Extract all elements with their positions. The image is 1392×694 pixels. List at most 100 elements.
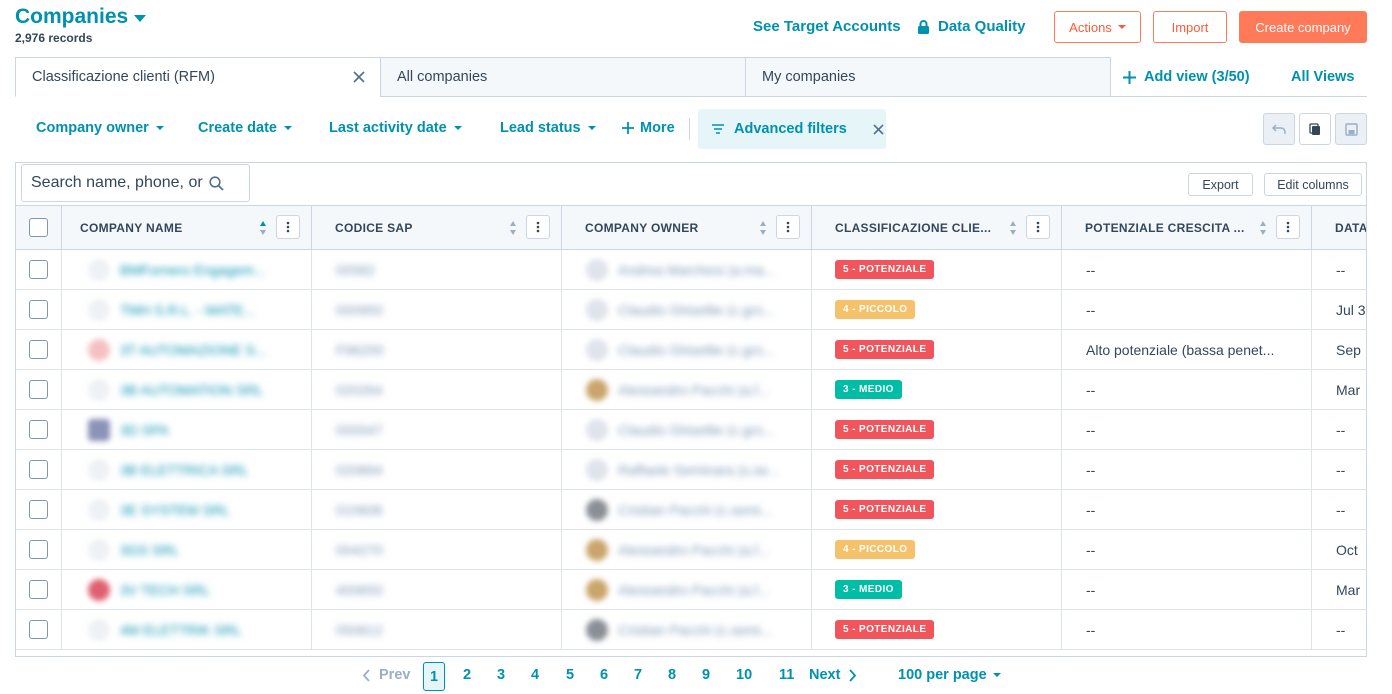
next-label: Next (809, 667, 841, 683)
company-name-link[interactable]: 3E SYSTEM SRL (120, 502, 230, 518)
sort-icon[interactable] (759, 220, 767, 236)
sort-icon[interactable] (259, 220, 267, 236)
data-quality-link[interactable]: Data Quality (917, 18, 1026, 35)
company-name-cell[interactable]: BMFornero Engagem... (62, 250, 312, 289)
table-row[interactable]: BMFornero Engagem... 00582 Andrea Marchesi… (16, 250, 1366, 290)
filter-company-owner[interactable]: Company owner (36, 120, 164, 136)
row-checkbox[interactable] (29, 500, 48, 519)
page-7-button[interactable]: 7 (634, 667, 642, 683)
undo-button[interactable] (1263, 113, 1295, 145)
table-row[interactable]: 3D SPA 000047 Claudio Ghisellie (c.gro... 5… (16, 410, 1366, 450)
sort-icon[interactable] (1259, 220, 1267, 236)
row-checkbox[interactable] (29, 420, 48, 439)
page-6-button[interactable]: 6 (600, 667, 608, 683)
table-row[interactable]: TMH S.R.L. - MATE... 000950 Claudio Ghisel… (16, 290, 1366, 330)
more-filters-button[interactable]: More (622, 120, 675, 136)
page-1-button[interactable]: 1 (423, 662, 445, 691)
company-name-cell[interactable]: 3B ELETTRICA SRL (62, 450, 312, 489)
page-2-button[interactable]: 2 (463, 667, 471, 683)
tab-label: My companies (762, 69, 856, 85)
company-name-link[interactable]: TMH S.R.L. - MATE... (120, 302, 255, 318)
close-icon[interactable] (353, 71, 365, 83)
create-company-button[interactable]: Create company (1239, 11, 1367, 43)
company-name-cell[interactable]: TMH S.R.L. - MATE... (62, 290, 312, 329)
prev-page-button[interactable]: Prev (362, 667, 410, 683)
column-menu-button[interactable] (1026, 215, 1050, 239)
all-views-link[interactable]: All Views (1291, 69, 1354, 85)
table-row[interactable]: 3B ELETTRICA SRL 020894 Raffaele Seminara … (16, 450, 1366, 490)
column-header-data[interactable]: DATA (1312, 206, 1366, 249)
filter-lead-status[interactable]: Lead status (500, 120, 596, 136)
table-row[interactable]: 3GS SRL 004270 Alessandro Pacchi (a.f... 4 … (16, 530, 1366, 570)
company-name-cell[interactable]: 3E SYSTEM SRL (62, 490, 312, 529)
tab-all-companies[interactable]: All companies (380, 57, 746, 97)
select-all-checkbox[interactable] (29, 218, 48, 237)
add-view-button[interactable]: Add view (3/50) (1123, 69, 1250, 85)
row-checkbox[interactable] (29, 620, 48, 639)
company-name-link[interactable]: BMFornero Engagem... (120, 262, 266, 278)
column-menu-button[interactable] (776, 215, 800, 239)
company-name-link[interactable]: 3D SPA (120, 422, 169, 438)
column-header-company-owner[interactable]: COMPANY OWNER (562, 206, 812, 249)
page-4-button[interactable]: 4 (531, 667, 539, 683)
company-name-link[interactable]: 4M ELETTRIK SRL (120, 622, 241, 638)
row-checkbox[interactable] (29, 460, 48, 479)
column-menu-button[interactable] (1276, 215, 1300, 239)
tab-my-companies[interactable]: My companies (745, 57, 1111, 97)
export-button[interactable]: Export (1188, 173, 1253, 196)
company-name-link[interactable]: 3V TECH SRL (120, 582, 210, 598)
table-row[interactable]: 4M ELETTRIK SRL 050612 Cristian Pacchi (c.… (16, 610, 1366, 650)
column-header-classificazione[interactable]: CLASSIFICAZIONE CLIE... (812, 206, 1062, 249)
sort-icon[interactable] (509, 220, 517, 236)
column-menu-button[interactable] (276, 215, 300, 239)
row-checkbox[interactable] (29, 540, 48, 559)
page-3-button[interactable]: 3 (497, 667, 505, 683)
search-input[interactable]: Search name, phone, or (21, 164, 250, 202)
company-name-cell[interactable]: 3GS SRL (62, 530, 312, 569)
company-name-cell[interactable]: 4M ELETTRIK SRL (62, 610, 312, 649)
table-row[interactable]: 3E SYSTEM SRL 010606 Cristian Pacchi (c.se… (16, 490, 1366, 530)
advanced-filters-label: Advanced filters (734, 121, 847, 137)
company-name-cell[interactable]: 3B AUTOMATION SRL (62, 370, 312, 409)
next-page-button[interactable]: Next (809, 667, 857, 683)
company-name-cell[interactable]: 3T AUTOMAZIONE S... (62, 330, 312, 369)
advanced-filters-button[interactable]: Advanced filters (698, 109, 886, 149)
row-checkbox[interactable] (29, 580, 48, 599)
row-checkbox[interactable] (29, 300, 48, 319)
filter-create-date[interactable]: Create date (198, 120, 292, 136)
column-header-potenziale-crescita[interactable]: POTENZIALE CRESCITA ... (1062, 206, 1312, 249)
save-view-button[interactable] (1335, 113, 1367, 145)
row-checkbox[interactable] (29, 380, 48, 399)
sort-icon[interactable] (1009, 220, 1017, 236)
company-name-cell[interactable]: 3D SPA (62, 410, 312, 449)
page-5-button[interactable]: 5 (566, 667, 574, 683)
column-menu-button[interactable] (526, 215, 550, 239)
tab-classificazione[interactable]: Classificazione clienti (RFM) (15, 57, 381, 97)
company-name-link[interactable]: 3GS SRL (120, 542, 179, 558)
company-name-link[interactable]: 3B AUTOMATION SRL (120, 382, 263, 398)
company-name-link[interactable]: 3B ELETTRICA SRL (120, 462, 248, 478)
see-target-accounts-link[interactable]: See Target Accounts (753, 18, 901, 35)
page-8-button[interactable]: 8 (668, 667, 676, 683)
table-row[interactable]: 3B AUTOMATION SRL 020264 Alessandro Pacchi… (16, 370, 1366, 410)
page-9-button[interactable]: 9 (702, 667, 710, 683)
company-owner-cell: Cristian Pacchi (c.semi... (562, 610, 812, 649)
page-10-button[interactable]: 10 (736, 667, 752, 683)
column-header-company-name[interactable]: COMPANY NAME (62, 206, 312, 249)
actions-button[interactable]: Actions (1054, 11, 1141, 43)
per-page-dropdown[interactable]: 100 per page (898, 667, 1001, 683)
column-header-codice-sap[interactable]: CODICE SAP (312, 206, 562, 249)
row-checkbox[interactable] (29, 340, 48, 359)
table-row[interactable]: 3T AUTOMAZIONE S... F96200 Claudio Ghisell… (16, 330, 1366, 370)
table-row[interactable]: 3V TECH SRL 400650 Alessandro Pacchi (a.f.… (16, 570, 1366, 610)
company-name-cell[interactable]: 3V TECH SRL (62, 570, 312, 609)
filter-last-activity[interactable]: Last activity date (329, 120, 462, 136)
import-button[interactable]: Import (1153, 11, 1227, 43)
page-title[interactable]: Companies (15, 5, 147, 29)
company-name-link[interactable]: 3T AUTOMAZIONE S... (120, 342, 267, 358)
row-checkbox[interactable] (29, 260, 48, 279)
duplicate-view-button[interactable] (1299, 113, 1331, 145)
edit-columns-button[interactable]: Edit columns (1264, 173, 1362, 196)
page-11-button[interactable]: 11 (779, 667, 794, 683)
close-icon[interactable] (873, 123, 884, 135)
